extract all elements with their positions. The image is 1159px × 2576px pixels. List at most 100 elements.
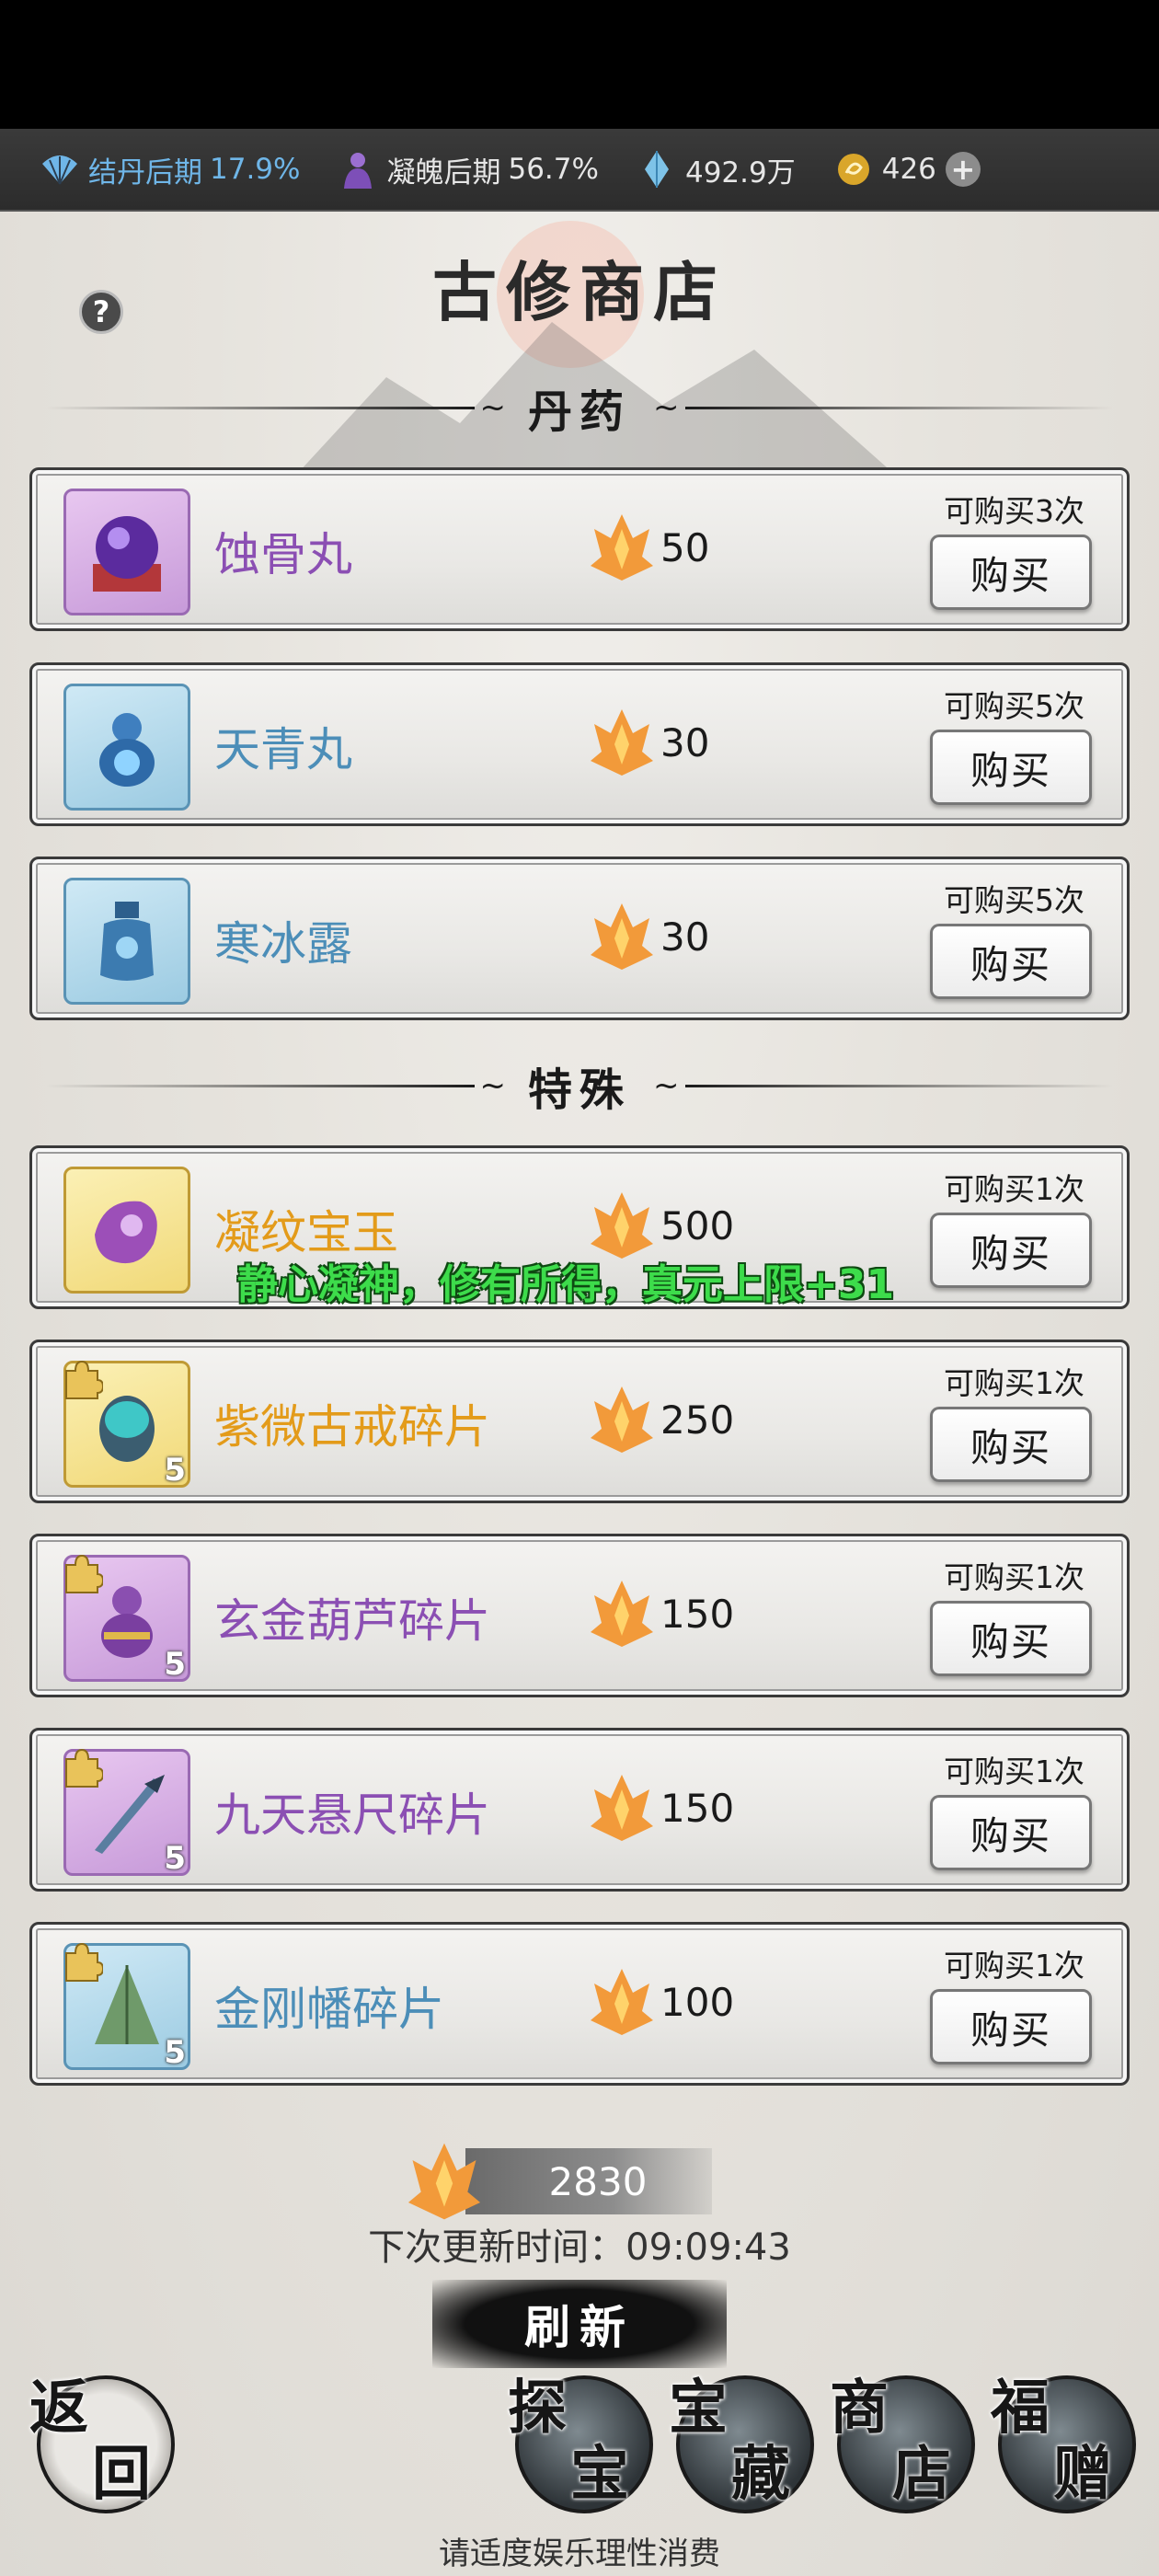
puzzle-piece-icon — [65, 1360, 103, 1399]
footer-note: 请适度娱乐理性消费 — [439, 2536, 720, 2572]
flame-crystal-icon — [591, 1969, 653, 2035]
shop-item: 寒冰露 30 可购买5次 购买 — [29, 857, 1130, 1020]
jade-icon — [95, 1201, 157, 1264]
item-name: 紫微古戒碎片 — [214, 1400, 490, 1454]
fragment-count: 5 — [164, 1840, 186, 1877]
item-name: 金刚幡碎片 — [214, 1983, 444, 2036]
soul-value: 56.7% — [508, 153, 599, 186]
spirit-stone-resource: 492.9万 — [634, 146, 796, 192]
buy-button[interactable]: 购买 — [930, 1989, 1092, 2064]
item-purchase-limit: 可购买3次 — [944, 493, 1084, 529]
item-price: 30 — [589, 900, 709, 973]
puzzle-piece-icon — [65, 1942, 103, 1982]
soul-figure-icon — [335, 146, 381, 192]
nav-store-button[interactable]: 商 店 — [830, 2374, 975, 2513]
item-thumbnail[interactable]: 5 — [63, 1748, 190, 1877]
item-purchase-limit: 可购买5次 — [944, 882, 1084, 918]
item-name: 蚀骨丸 — [214, 528, 352, 581]
notification-toast: 静心凝神，修有所得，真元上限+31 — [237, 1261, 895, 1308]
shop-item: 5 九天悬尺碎片 150 可购买1次 购买 — [29, 1728, 1130, 1892]
item-purchase-limit: 可购买1次 — [944, 1365, 1084, 1401]
fragment-count: 5 — [164, 1452, 186, 1489]
nav-explore-button[interactable]: 探 宝 — [508, 2374, 653, 2513]
spirit-stone-value: 492.9万 — [684, 155, 796, 190]
bottle-icon — [100, 902, 154, 981]
help-button[interactable]: ? — [79, 290, 123, 334]
item-price-value: 150 — [660, 1591, 735, 1637]
gold-resource: 426 + — [831, 146, 981, 192]
item-price-value: 250 — [660, 1397, 735, 1443]
item-thumbnail[interactable] — [63, 684, 190, 811]
item-purchase-limit: 可购买1次 — [944, 1559, 1084, 1595]
shop-item: 蚀骨丸 50 可购买3次 购买 — [29, 467, 1130, 631]
item-price-value: 500 — [660, 1202, 735, 1248]
soul-resource: 凝魄后期 56.7% — [335, 146, 599, 192]
section-title-special: 特殊 — [528, 1064, 632, 1116]
item-price-value: 30 — [660, 719, 710, 765]
cultivation-label: 结丹后期 — [88, 155, 202, 190]
item-price: 150 — [589, 1577, 734, 1650]
page-title: 古修商店 — [432, 254, 727, 330]
nav-treasury-button[interactable]: 宝 藏 — [669, 2374, 814, 2513]
nav-gift-button[interactable]: 福 赠 — [991, 2374, 1136, 2513]
item-name: 九天悬尺碎片 — [214, 1788, 490, 1842]
orb-pill-icon — [93, 516, 161, 592]
flame-crystal-icon — [591, 1581, 653, 1647]
item-thumbnail[interactable]: 5 — [63, 1942, 190, 2071]
gold-coin-icon — [831, 146, 877, 192]
fan-icon — [37, 146, 83, 192]
shop-panel: 古修商店 ? ~ 丹药 ~ 蚀骨丸 50 可购买3次 购买 天青丸 30 可购买… — [0, 212, 1159, 2576]
item-name: 天青丸 — [214, 723, 352, 776]
gold-value: 426 — [881, 153, 936, 186]
buy-button[interactable]: 购买 — [930, 1213, 1092, 1288]
flame-crystal-icon — [591, 1775, 653, 1841]
next-refresh-time: 下次更新时间：09:09:43 — [368, 2226, 791, 2269]
buy-button[interactable]: 购买 — [930, 730, 1092, 805]
puzzle-piece-icon — [65, 1748, 103, 1788]
balance-value: 2830 — [465, 2148, 712, 2214]
item-price: 150 — [589, 1771, 734, 1845]
item-name: 玄金葫芦碎片 — [214, 1594, 490, 1648]
item-thumbnail[interactable]: 5 — [63, 1360, 190, 1489]
item-price-value: 150 — [660, 1785, 735, 1831]
back-button[interactable]: 返 回 — [29, 2374, 175, 2513]
item-thumbnail[interactable]: 5 — [63, 1554, 190, 1683]
flame-crystal-icon — [591, 514, 653, 581]
add-gold-button[interactable]: + — [945, 152, 981, 187]
buy-button[interactable]: 购买 — [930, 1407, 1092, 1482]
shop-item: 5 紫微古戒碎片 250 可购买1次 购买 — [29, 1340, 1130, 1503]
item-thumbnail[interactable] — [63, 489, 190, 615]
item-price-value: 100 — [660, 1979, 735, 2025]
buy-button[interactable]: 购买 — [930, 1795, 1092, 1870]
item-purchase-limit: 可购买1次 — [944, 1171, 1084, 1207]
cultivation-value: 17.9% — [210, 153, 301, 186]
cultivation-resource: 结丹后期 17.9% — [37, 146, 300, 192]
item-purchase-limit: 可购买5次 — [944, 688, 1084, 724]
item-price: 100 — [589, 1965, 734, 2039]
refresh-button[interactable]: 刷新 — [432, 2280, 727, 2368]
item-purchase-limit: 可购买1次 — [944, 1948, 1084, 1984]
buy-button[interactable]: 购买 — [930, 924, 1092, 999]
section-header-special: ~ 特殊 ~ — [46, 1058, 1114, 1116]
item-thumbnail[interactable] — [63, 878, 190, 1005]
gourd-icon — [99, 713, 155, 787]
soul-label: 凝魄后期 — [386, 155, 501, 190]
flame-crystal-icon — [407, 2143, 481, 2220]
buy-button[interactable]: 购买 — [930, 1601, 1092, 1676]
item-purchase-limit: 可购买1次 — [944, 1754, 1084, 1789]
status-area — [0, 0, 1159, 129]
buy-button[interactable]: 购买 — [930, 535, 1092, 610]
item-price: 250 — [589, 1383, 734, 1456]
section-title-pills: 丹药 — [528, 386, 632, 438]
flame-crystal-icon — [591, 709, 653, 776]
puzzle-piece-icon — [65, 1554, 103, 1593]
flame-crystal-icon — [591, 1386, 653, 1453]
item-price-value: 30 — [660, 914, 710, 960]
flame-crystal-icon — [591, 903, 653, 970]
item-name: 寒冰露 — [214, 917, 352, 971]
currency-balance: 2830 — [405, 2139, 712, 2224]
shop-item: 5 玄金葫芦碎片 150 可购买1次 购买 — [29, 1534, 1130, 1697]
item-thumbnail[interactable] — [63, 1167, 190, 1294]
item-price: 50 — [589, 511, 709, 584]
fragment-count: 5 — [164, 1646, 186, 1683]
